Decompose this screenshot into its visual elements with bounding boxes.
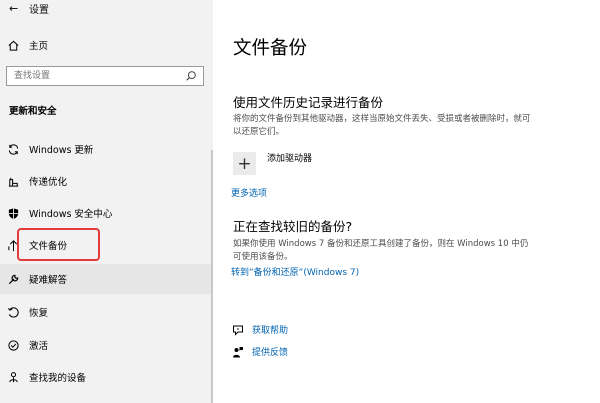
sidebar-item-activation[interactable]: 激活 <box>0 330 211 360</box>
plus-icon: + <box>233 152 256 175</box>
main-content: 文件备份 使用文件历史记录进行备份 将你的文件备份到其他驱动器，这样当原始文件丢… <box>213 0 600 403</box>
delivery-optimization-icon <box>6 174 20 188</box>
sidebar-item-label: Windows 更新 <box>29 145 94 156</box>
feedback-person-icon <box>231 345 244 358</box>
person-location-icon <box>6 370 20 384</box>
section-title: 更新和安全 <box>9 106 57 117</box>
highlight-annotation-box <box>17 228 100 261</box>
get-help-link[interactable]: 获取帮助 <box>231 323 288 336</box>
help-chat-icon <box>231 323 244 336</box>
search-icon[interactable] <box>184 69 198 83</box>
history-description: 将你的文件备份到其他驱动器，这样当原始文件丢失、受损或者被删除时，就可以还原它们… <box>233 114 531 137</box>
sidebar-item-find-my-device[interactable]: 查找我的设备 <box>0 362 211 392</box>
sidebar: ← 设置 主页 更新和安全 Windows 更新 传递优化 Windows 安全… <box>0 0 213 403</box>
sidebar-item-delivery-optimization[interactable]: 传递优化 <box>0 166 211 196</box>
sync-icon <box>6 142 20 156</box>
back-arrow-icon[interactable]: ← <box>9 2 29 15</box>
home-nav-item[interactable]: 主页 <box>0 30 211 60</box>
feedback-label: 提供反馈 <box>252 348 289 358</box>
title-bar: ← 设置 <box>9 0 49 16</box>
sidebar-item-label: 传递优化 <box>29 177 68 188</box>
search-box[interactable] <box>6 66 204 86</box>
sidebar-item-label: Windows 安全中心 <box>29 209 113 220</box>
add-drive-button[interactable]: + 添加驱动器 <box>233 152 312 175</box>
sidebar-item-label: 恢复 <box>29 308 49 319</box>
more-options-link[interactable]: 更多选项 <box>231 186 267 199</box>
home-label: 主页 <box>29 41 49 52</box>
window-title: 设置 <box>29 4 49 16</box>
history-heading: 使用文件历史记录进行备份 <box>233 95 384 110</box>
older-backup-description: 如果你使用 Windows 7 备份和还原工具创建了备份，则在 Windows … <box>233 239 529 262</box>
home-icon <box>6 38 20 52</box>
sidebar-item-troubleshoot[interactable]: 疑难解答 <box>0 264 211 294</box>
add-drive-label: 添加驱动器 <box>267 154 313 164</box>
get-help-label: 获取帮助 <box>252 326 289 336</box>
older-backup-heading: 正在查找较旧的备份? <box>233 219 353 234</box>
shield-icon <box>6 206 20 220</box>
activation-icon <box>6 338 20 352</box>
page-title: 文件备份 <box>233 38 308 59</box>
backup-restore-link[interactable]: 转到“备份和还原”(Windows 7) <box>231 265 359 278</box>
wrench-icon <box>6 272 20 286</box>
search-input[interactable] <box>7 67 184 85</box>
sidebar-item-label: 查找我的设备 <box>29 373 87 384</box>
sidebar-item-windows-update[interactable]: Windows 更新 <box>0 134 211 164</box>
sidebar-item-label: 激活 <box>29 341 49 352</box>
recovery-icon <box>6 305 20 319</box>
sidebar-item-recovery[interactable]: 恢复 <box>0 297 211 327</box>
sidebar-item-windows-security[interactable]: Windows 安全中心 <box>0 198 211 228</box>
sidebar-item-label: 疑难解答 <box>29 275 68 286</box>
feedback-link[interactable]: 提供反馈 <box>231 345 288 358</box>
